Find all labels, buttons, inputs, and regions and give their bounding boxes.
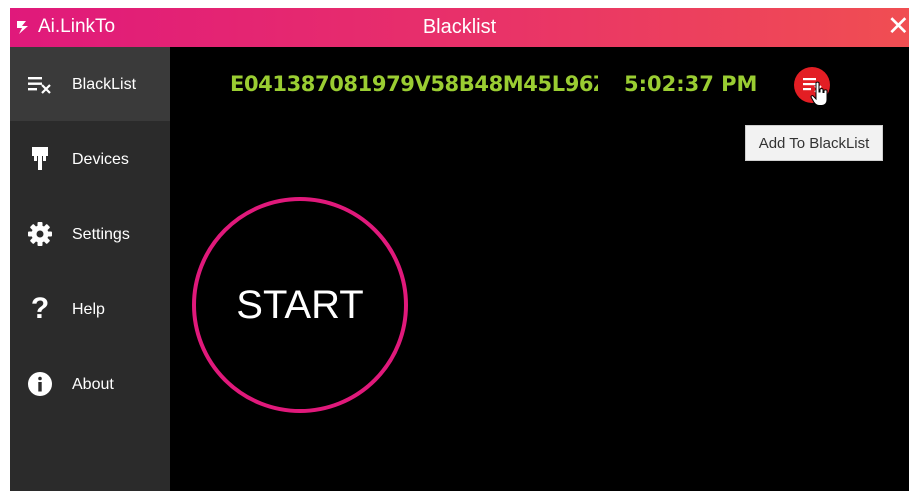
sidebar-item-label: About <box>72 376 114 393</box>
add-to-blacklist-tooltip: Add To BlackList <box>745 125 883 161</box>
sidebar-item-about[interactable]: About <box>10 347 170 421</box>
title-bar[interactable]: Ai.LinkTo Blacklist ✕ <box>10 8 909 47</box>
sidebar-item-help[interactable]: ? Help <box>10 272 170 346</box>
question-icon: ? <box>30 292 50 325</box>
clock-time: 5:02:37 PM <box>624 72 758 96</box>
close-button[interactable]: ✕ <box>887 12 909 42</box>
sidebar-item-label: Help <box>72 301 105 318</box>
sidebar-item-blacklist[interactable]: BlackList <box>10 47 170 121</box>
app-window: Ai.LinkTo Blacklist ✕ BlackList Devices … <box>10 8 909 491</box>
sidebar: BlackList Devices Settings ? Help About <box>10 47 170 491</box>
blacklist-code: E041387081979V58B48M45L96Z <box>230 72 598 96</box>
sidebar-item-devices[interactable]: Devices <box>10 122 170 196</box>
start-label: START <box>236 282 364 327</box>
main-content: E041387081979V58B48M45L96Z 5:02:37 PM Ad… <box>170 47 909 491</box>
close-icon: ✕ <box>887 11 909 42</box>
info-icon <box>25 369 55 399</box>
sidebar-item-label: Devices <box>72 151 129 168</box>
app-name: Ai.LinkTo <box>38 16 116 37</box>
start-button[interactable]: START <box>192 197 408 413</box>
sidebar-item-settings[interactable]: Settings <box>10 197 170 271</box>
add-to-blacklist-button[interactable] <box>794 67 830 106</box>
window-title: Blacklist <box>422 16 497 38</box>
gear-icon <box>25 219 55 249</box>
sidebar-item-label: Settings <box>72 226 130 243</box>
device-plug-icon <box>25 144 55 174</box>
hand-cursor-icon <box>810 81 828 106</box>
app-logo-icon <box>17 21 28 34</box>
sidebar-item-label: BlackList <box>72 76 137 93</box>
clear-list-icon <box>25 69 55 99</box>
